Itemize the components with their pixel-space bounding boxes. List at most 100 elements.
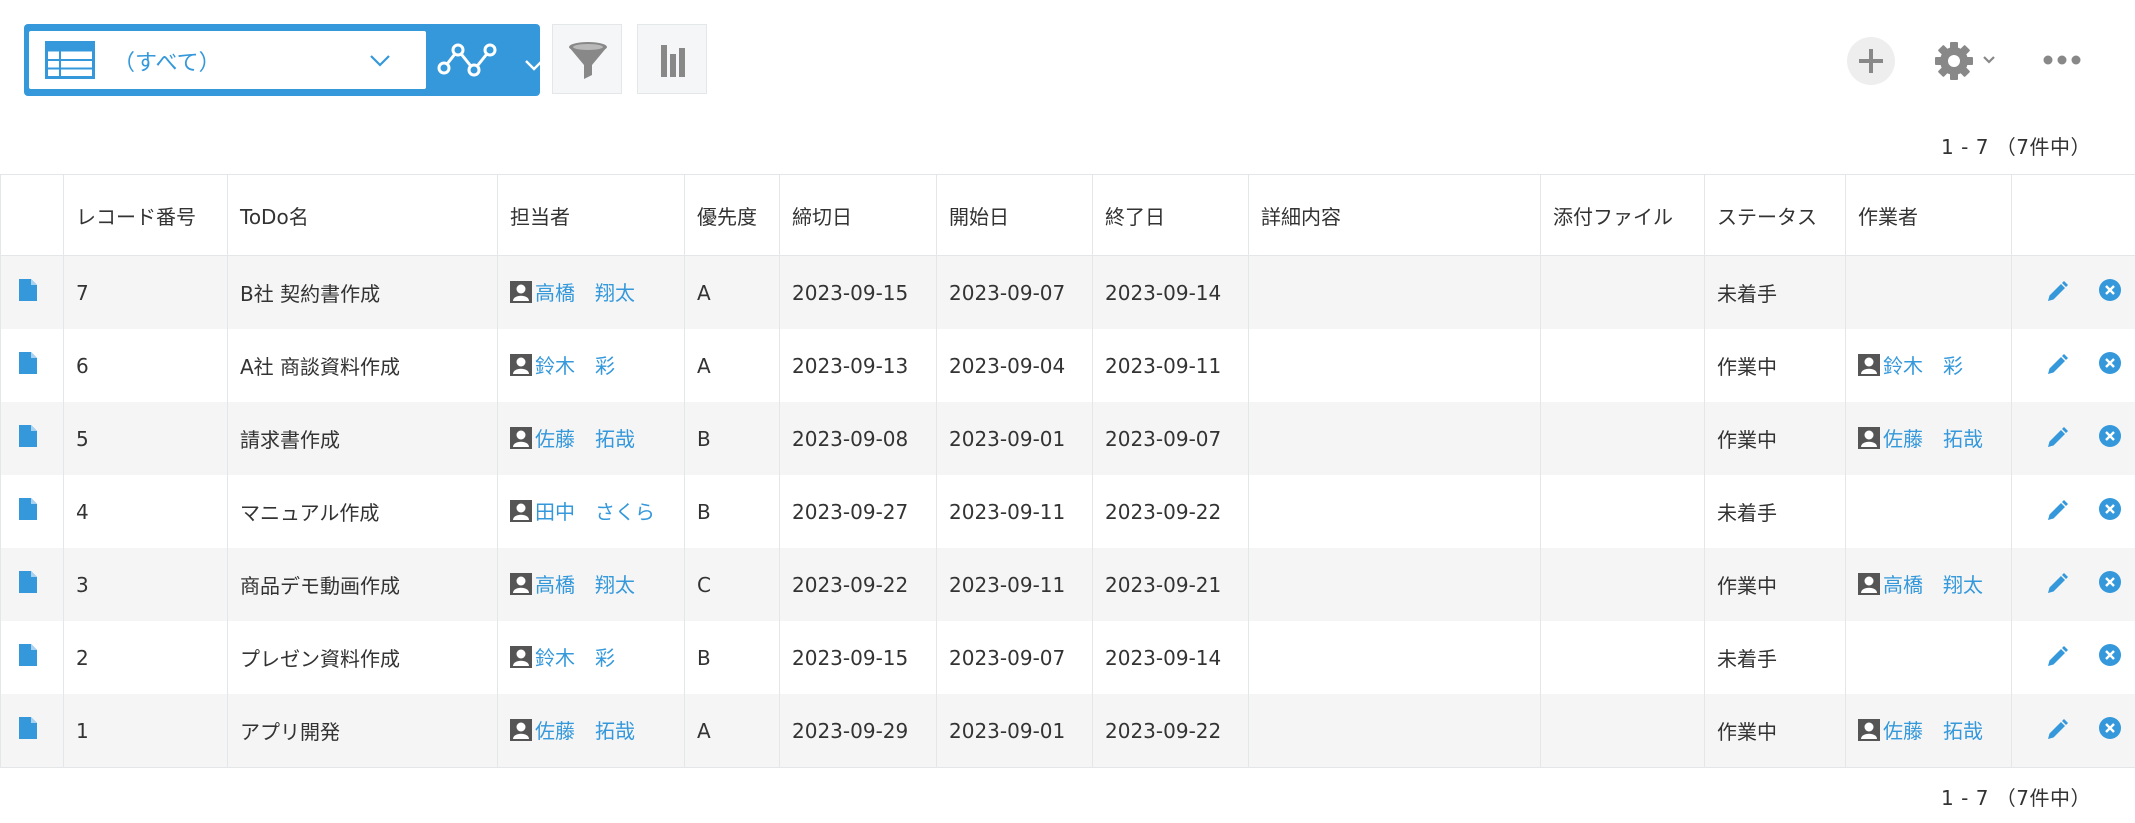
user-avatar-icon <box>510 573 532 600</box>
delete-icon[interactable] <box>2098 570 2122 599</box>
user-link[interactable]: 高橋 翔太 <box>510 281 635 305</box>
document-icon[interactable] <box>18 278 38 307</box>
status-cell: 作業中 <box>1704 548 1846 621</box>
table-row: 2 プレゼン資料作成 鈴木 彩 B 2023-09-15 2023-09-07 2023-0… <box>0 621 2135 694</box>
column-header[interactable]: ToDo名 <box>227 174 498 256</box>
user-link[interactable]: 鈴木 彩 <box>510 646 615 670</box>
pagination-bottom: 1 - 7 （7件中） <box>1941 786 2091 810</box>
add-record-button[interactable] <box>1847 37 1895 85</box>
start-date-cell: 2023-09-01 <box>936 402 1093 475</box>
delete-icon[interactable] <box>2098 643 2122 672</box>
column-header[interactable]: 詳細内容 <box>1248 174 1541 256</box>
user-avatar-icon <box>510 427 532 454</box>
todo-name-cell: A社 商談資料作成 <box>227 329 498 402</box>
user-link[interactable]: 田中 さくら <box>510 500 655 524</box>
column-header[interactable]: 終了日 <box>1092 174 1249 256</box>
user-name: 佐藤 拓哉 <box>1883 427 1983 451</box>
edit-icon[interactable] <box>2045 718 2069 747</box>
document-icon[interactable] <box>18 643 38 672</box>
column-header[interactable]: 担当者 <box>497 174 685 256</box>
detail-cell <box>1248 621 1541 694</box>
user-avatar-icon <box>1858 427 1880 454</box>
record-detail-cell <box>0 255 64 329</box>
document-icon[interactable] <box>18 716 38 745</box>
column-header[interactable]: 作業者 <box>1845 174 2012 256</box>
edit-icon[interactable] <box>2045 572 2069 601</box>
view-select-dropdown[interactable]: （すべて） <box>29 31 426 89</box>
document-icon[interactable] <box>18 351 38 380</box>
assignee-cell: 高橋 翔太 <box>497 255 685 329</box>
chart-button[interactable] <box>637 24 707 94</box>
pagination-top: 1 - 7 （7件中） <box>1941 135 2091 159</box>
edit-icon[interactable] <box>2045 353 2069 382</box>
user-link[interactable]: 佐藤 拓哉 <box>1858 427 1983 451</box>
delete-icon[interactable] <box>2098 497 2122 526</box>
priority-cell: A <box>684 329 780 402</box>
edit-icon[interactable] <box>2045 499 2069 528</box>
user-link[interactable]: 佐藤 拓哉 <box>510 427 635 451</box>
worker-cell: 高橋 翔太 <box>1845 548 2012 621</box>
record-detail-cell <box>0 548 64 621</box>
user-link[interactable]: 高橋 翔太 <box>1858 573 1983 597</box>
more-options-button[interactable] <box>2042 48 2082 72</box>
user-link[interactable]: 鈴木 彩 <box>510 354 615 378</box>
column-header[interactable]: ステータス <box>1704 174 1846 256</box>
detail-cell <box>1248 329 1541 402</box>
deadline-cell: 2023-09-13 <box>779 329 937 402</box>
user-avatar-icon <box>1858 719 1880 746</box>
user-link[interactable]: 佐藤 拓哉 <box>510 719 635 743</box>
end-date-cell: 2023-09-22 <box>1092 475 1249 548</box>
record-detail-cell <box>0 475 64 548</box>
gear-icon <box>1934 42 2002 88</box>
delete-icon[interactable] <box>2098 716 2122 745</box>
column-header[interactable]: 開始日 <box>936 174 1093 256</box>
user-name: 高橋 翔太 <box>535 281 635 305</box>
toolbar: （すべて） <box>0 0 2135 120</box>
user-avatar-icon <box>510 354 532 381</box>
table-row: 4 マニュアル作成 田中 さくら B 2023-09-27 2023-09-11 2023-… <box>0 475 2135 548</box>
column-header[interactable]: 締切日 <box>779 174 937 256</box>
start-date-cell: 2023-09-11 <box>936 548 1093 621</box>
table-row: 7 B社 契約書作成 高橋 翔太 A 2023-09-15 2023-09-07 2023-… <box>0 255 2135 329</box>
settings-button[interactable] <box>1934 38 2002 84</box>
deadline-cell: 2023-09-22 <box>779 548 937 621</box>
document-icon[interactable] <box>18 570 38 599</box>
graph-icon <box>436 36 500 88</box>
end-date-cell: 2023-09-07 <box>1092 402 1249 475</box>
attachment-cell <box>1540 548 1705 621</box>
delete-icon[interactable] <box>2098 351 2122 380</box>
edit-icon[interactable] <box>2045 645 2069 674</box>
attachment-cell <box>1540 475 1705 548</box>
deadline-cell: 2023-09-15 <box>779 255 937 329</box>
row-actions-cell <box>2011 402 2135 475</box>
delete-icon[interactable] <box>2098 278 2122 307</box>
filter-button[interactable] <box>552 24 622 94</box>
detail-cell <box>1248 694 1541 768</box>
record-number-cell: 5 <box>63 402 228 475</box>
user-link[interactable]: 高橋 翔太 <box>510 573 635 597</box>
worker-cell: 佐藤 拓哉 <box>1845 694 2012 768</box>
column-header[interactable]: 優先度 <box>684 174 780 256</box>
document-icon[interactable] <box>18 424 38 453</box>
attachment-cell <box>1540 621 1705 694</box>
assignee-cell: 佐藤 拓哉 <box>497 402 685 475</box>
user-link[interactable]: 佐藤 拓哉 <box>1858 719 1983 743</box>
row-actions-cell <box>2011 475 2135 548</box>
detail-cell <box>1248 255 1541 329</box>
column-header[interactable]: レコード番号 <box>63 174 228 256</box>
user-name: 田中 さくら <box>535 500 655 524</box>
table-row: 5 請求書作成 佐藤 拓哉 B 2023-09-08 2023-09-01 2023-09-… <box>0 402 2135 475</box>
graph-view-button[interactable] <box>436 24 543 96</box>
attachment-cell <box>1540 255 1705 329</box>
detail-cell <box>1248 548 1541 621</box>
column-header[interactable]: 添付ファイル <box>1540 174 1705 256</box>
document-icon[interactable] <box>18 497 38 526</box>
user-link[interactable]: 鈴木 彩 <box>1858 354 1963 378</box>
delete-icon[interactable] <box>2098 424 2122 453</box>
edit-icon[interactable] <box>2045 426 2069 455</box>
todo-name-cell: マニュアル作成 <box>227 475 498 548</box>
edit-icon[interactable] <box>2045 280 2069 309</box>
record-number-cell: 2 <box>63 621 228 694</box>
deadline-cell: 2023-09-15 <box>779 621 937 694</box>
table-row: 3 商品デモ動画作成 高橋 翔太 C 2023-09-22 2023-09-11 2023-… <box>0 548 2135 621</box>
